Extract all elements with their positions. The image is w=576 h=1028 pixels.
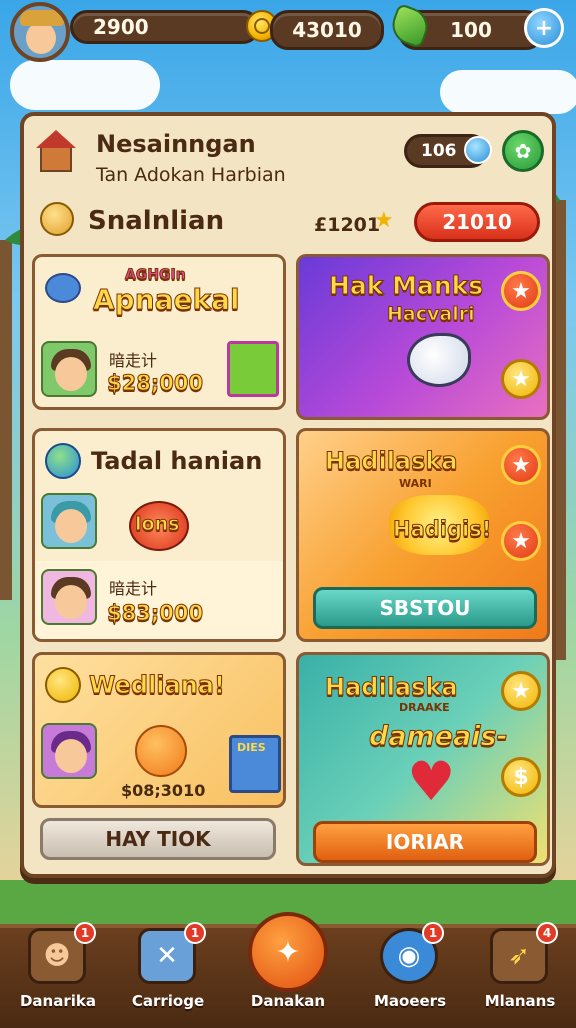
nav-label: Mlanans xyxy=(484,992,556,1010)
card5-price: $08;3010 xyxy=(121,781,206,800)
offer-card-6[interactable]: Hadilaska DRAAKE dameais- ♥ ★ $ IORIAR xyxy=(296,652,550,866)
card1-logo: Apnaekal xyxy=(93,283,241,317)
card4-burst: Hadigis! xyxy=(392,517,492,542)
card6-title: Hadilaska xyxy=(325,673,459,702)
star-button[interactable]: ★ xyxy=(501,271,541,311)
star-icon: ★ xyxy=(374,208,394,233)
cloud xyxy=(440,70,576,114)
gold-counter: 43010 xyxy=(270,10,384,50)
header-title: Nesainngan xyxy=(96,130,256,158)
section-score: £1201 xyxy=(314,214,381,236)
notification-badge: 4 xyxy=(536,922,558,944)
avatar-face-icon xyxy=(26,22,56,54)
card5-button-label: HAY TIOK xyxy=(105,827,211,851)
card3-badge: lons xyxy=(134,513,180,536)
card4-small: WARI xyxy=(399,477,432,490)
card6-small: DRAAKE xyxy=(399,701,450,714)
nav-label: Carrioge xyxy=(131,992,205,1010)
character-portrait xyxy=(41,493,97,549)
card6-script: dameais- xyxy=(369,721,509,753)
card3-title: Tadal hanian xyxy=(91,447,263,475)
nav-label: Danakan xyxy=(250,992,326,1010)
avatar-hat-icon xyxy=(20,10,64,26)
nav-label: Danarika xyxy=(19,992,96,1010)
gold-value: 43010 xyxy=(292,18,362,42)
nav-item-3[interactable]: ◉ 1 Maoeers xyxy=(360,922,460,1022)
orange-fruit-icon xyxy=(135,725,187,777)
gift-box-icon xyxy=(227,341,279,397)
house-icon xyxy=(36,130,76,174)
cloud xyxy=(10,60,160,110)
player-avatar[interactable] xyxy=(10,2,70,62)
character-portrait xyxy=(41,341,97,397)
gems-value: 100 xyxy=(450,18,492,42)
plus-icon: + xyxy=(534,15,554,41)
section-button[interactable]: 21010 xyxy=(414,202,540,242)
dollar-icon: $ xyxy=(513,764,529,790)
nav-item-0[interactable]: ☻ 1 Danarika xyxy=(8,922,108,1022)
notification-badge: 1 xyxy=(184,922,206,944)
pet-creature-icon xyxy=(407,333,471,387)
offer-card-3[interactable]: Tadal hanian lons 暗走计 $83;000 xyxy=(32,428,286,642)
offer-card-4[interactable]: Hadilaska WARI Hadigis! ★ ★ SBSTOU xyxy=(296,428,550,642)
offer-card-5[interactable]: Wedliana! DIES $08;3010 xyxy=(32,652,286,808)
header-count: 106 xyxy=(421,141,457,161)
heart-icon: ♥ xyxy=(407,750,456,813)
card5-title: Wedliana! xyxy=(89,671,226,700)
card2-title: Hak Manks xyxy=(328,271,484,301)
gem-icon xyxy=(464,136,492,164)
smile-icon xyxy=(45,667,81,703)
nav-item-2[interactable]: ✦ Danakan xyxy=(238,912,338,1022)
add-gems-button[interactable]: + xyxy=(524,8,564,48)
star-button[interactable]: ★ xyxy=(501,671,541,711)
star-button[interactable]: ★ xyxy=(501,359,541,399)
nav-item-1[interactable]: ✕ 1 Carrioge xyxy=(118,922,218,1022)
card1-price: $28;000 xyxy=(106,371,204,396)
nav-label: Maoeers xyxy=(373,992,447,1010)
section-title: Snalnlian xyxy=(88,206,225,236)
offer-card-1[interactable]: AGHGIn Apnaekal 暗走计 $28;000 xyxy=(32,254,286,410)
battle-icon: ✦ xyxy=(248,912,328,992)
card2-subtitle: Hacvalri xyxy=(387,303,476,326)
coins-counter: 2900 xyxy=(70,10,260,44)
header-subtitle: Tan Adokan Harbian xyxy=(96,164,286,186)
coins-value: 2900 xyxy=(93,15,149,39)
card4-title: Hadilaska xyxy=(325,447,459,476)
globe-icon xyxy=(45,443,81,479)
leaf-icon: ✿ xyxy=(514,139,532,163)
top-bar: 2900 43010 100 + xyxy=(0,0,576,62)
nav-item-4[interactable]: ➶ 4 Mlanans xyxy=(470,922,570,1022)
card1-logo-top: AGHGIn xyxy=(125,267,187,284)
star-button[interactable]: ★ xyxy=(501,521,541,561)
card1-label: 暗走计 xyxy=(109,351,158,370)
character-portrait xyxy=(41,723,97,779)
card6-button[interactable]: IORIAR xyxy=(313,821,537,863)
card3-price: $83;000 xyxy=(106,601,204,626)
chest-icon xyxy=(45,273,81,303)
leaf-button[interactable]: ✿ xyxy=(502,130,544,172)
notification-badge: 1 xyxy=(74,922,96,944)
notification-badge: 1 xyxy=(422,922,444,944)
star-button[interactable]: ★ xyxy=(501,445,541,485)
offer-card-2[interactable]: Hak Manks Hacvalri ★ ★ xyxy=(296,254,550,420)
card4-button-label: SBSTOU xyxy=(379,596,471,620)
bell-icon xyxy=(40,202,74,236)
character-portrait xyxy=(41,569,97,625)
section-button-label: 21010 xyxy=(442,210,512,234)
main-panel: Nesainngan Tan Adokan Harbian 106 ✿ Snal… xyxy=(20,112,556,878)
card5-button[interactable]: HAY TIOK xyxy=(40,818,276,860)
card5-box-label: DIES xyxy=(237,741,266,754)
bottom-nav: ☻ 1 Danarika ✕ 1 Carrioge ✦ Danakan ◉ 1 … xyxy=(0,912,576,1028)
card6-button-label: IORIAR xyxy=(385,830,465,854)
dollar-button[interactable]: $ xyxy=(501,757,541,797)
card3-label: 暗走计 xyxy=(109,579,158,598)
card4-button[interactable]: SBSTOU xyxy=(313,587,537,629)
